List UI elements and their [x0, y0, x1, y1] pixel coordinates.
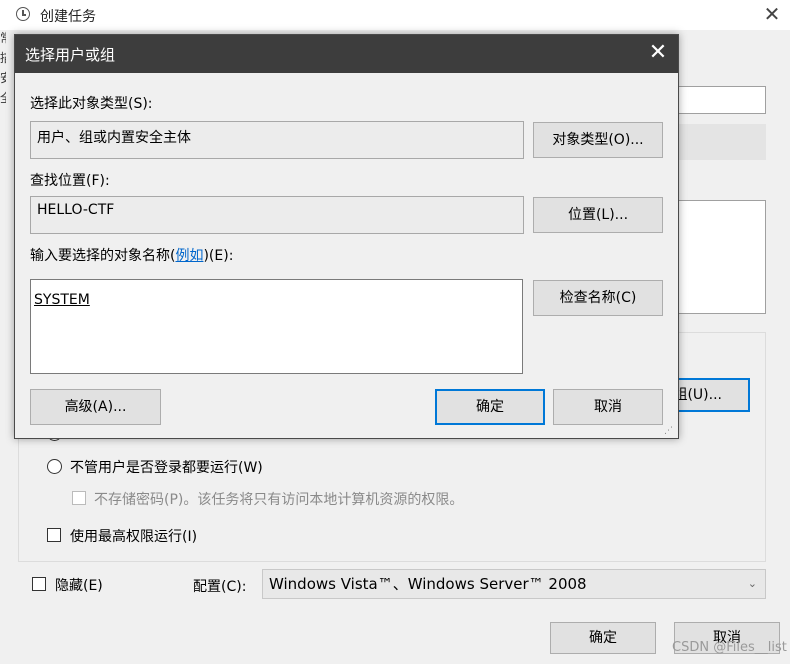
close-icon[interactable]: ✕ — [645, 40, 671, 66]
checkbox-highest-privileges-label: 使用最高权限运行(I) — [70, 529, 198, 545]
advanced-button[interactable]: 高级(A)... — [30, 389, 161, 425]
checkbox-hidden-label: 隐藏(E) — [55, 578, 103, 594]
radio-run-whether-logged-on[interactable] — [47, 459, 62, 474]
author-field — [676, 124, 766, 160]
locations-button[interactable]: 位置(L)... — [533, 197, 663, 233]
checkbox-do-not-store-password-label: 不存储密码(P)。该任务将只有访问本地计算机资源的权限。 — [94, 492, 464, 508]
location-field: HELLO-CTF — [30, 196, 524, 234]
task-name-field[interactable] — [676, 86, 766, 114]
cancel-button[interactable]: 取消 — [553, 389, 663, 425]
object-type-field: 用户、组或内置安全主体 — [30, 121, 524, 159]
dialog-title: 选择用户或组 — [25, 46, 116, 64]
object-names-input[interactable]: SYSTEM — [30, 279, 523, 374]
task-ok-button[interactable]: 确定 — [550, 622, 656, 654]
examples-link[interactable]: 例如 — [175, 248, 203, 264]
create-task-titlebar: 创建任务 ✕ — [0, 0, 790, 30]
resize-grip-icon[interactable]: ⋰ — [664, 427, 673, 436]
object-names-label: 输入要选择的对象名称(例如)(E): — [30, 248, 234, 264]
close-icon[interactable]: ✕ — [762, 4, 782, 24]
check-names-button[interactable]: 检查名称(C) — [533, 280, 663, 316]
dialog-titlebar: 选择用户或组 ✕ — [15, 35, 678, 73]
checkbox-hidden[interactable] — [32, 577, 46, 591]
checkbox-highest-privileges[interactable] — [47, 528, 61, 542]
left-edge-clipped-text: 常 描 安 全 — [0, 28, 6, 138]
clock-icon — [16, 7, 30, 21]
location-value: HELLO-CTF — [37, 202, 115, 218]
config-select[interactable]: Windows Vista™、Windows Server™ 2008 ⌄ — [262, 569, 766, 599]
object-type-label: 选择此对象类型(S): — [30, 96, 153, 112]
location-label: 查找位置(F): — [30, 173, 110, 189]
create-task-title: 创建任务 — [40, 9, 96, 25]
object-names-value: SYSTEM — [34, 292, 90, 308]
watermark: CSDN @Files__list — [672, 640, 787, 655]
select-user-or-group-dialog: 选择用户或组 ✕ 选择此对象类型(S): 用户、组或内置安全主体 对象类型(O)… — [14, 34, 679, 439]
radio-run-whether-logged-on-label: 不管用户是否登录都要运行(W) — [70, 460, 263, 476]
config-select-value: Windows Vista™、Windows Server™ 2008 — [269, 575, 587, 593]
config-label: 配置(C): — [193, 579, 247, 595]
checkbox-do-not-store-password[interactable] — [72, 491, 86, 505]
object-types-button[interactable]: 对象类型(O)... — [533, 122, 663, 158]
chevron-down-icon: ⌄ — [747, 577, 757, 590]
object-type-value: 用户、组或内置安全主体 — [37, 130, 191, 146]
ok-button[interactable]: 确定 — [435, 389, 545, 425]
description-field[interactable] — [676, 200, 766, 314]
